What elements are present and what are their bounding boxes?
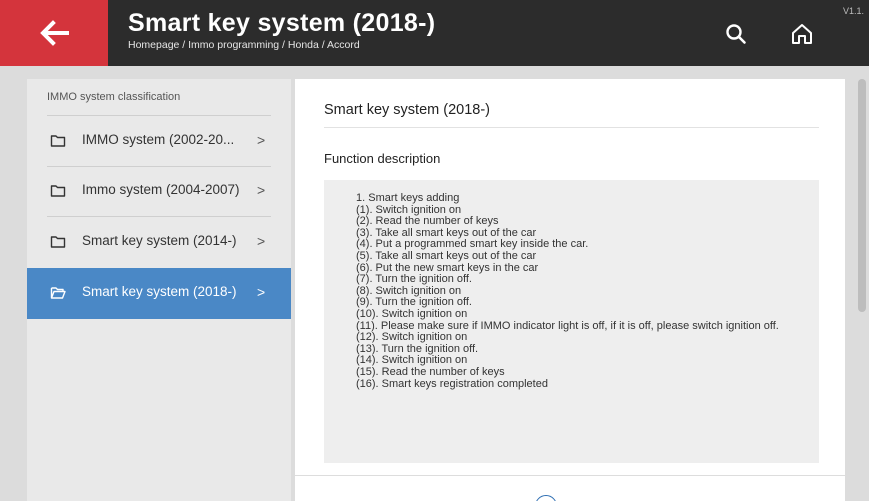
sidebar: IMMO system classification IMMO system (…	[27, 79, 291, 501]
description-line: (5). Take all smart keys out of the car	[356, 249, 537, 262]
description-line: (12). Switch ignition on	[356, 331, 468, 344]
description-line: (10). Switch ignition on	[356, 307, 468, 320]
sidebar-item-smart-key-2018[interactable]: Smart key system (2018-) >	[27, 268, 291, 319]
content-panel: Smart key system (2018-) Function descri…	[295, 79, 845, 501]
sidebar-item-smart-key-2014[interactable]: Smart key system (2014-) >	[27, 217, 291, 268]
sidebar-item-label: Smart key system (2018-)	[82, 284, 237, 299]
title-block: Smart key system (2018-) Homepage / Immo…	[128, 9, 435, 52]
description-line: (15). Read the number of keys	[356, 365, 505, 378]
chevron-right-icon: >	[257, 284, 266, 300]
function-description-heading: Function description	[324, 151, 441, 166]
sidebar-heading: IMMO system classification	[47, 91, 181, 103]
page-title: Smart key system (2018-)	[128, 9, 436, 37]
divider	[295, 475, 845, 476]
sidebar-item-label: IMMO system (2002-20...	[82, 132, 235, 147]
scrollbar-thumb[interactable]	[858, 79, 866, 312]
folder-open-icon	[50, 287, 66, 299]
folder-icon	[50, 185, 66, 197]
function-description-box[interactable]: 1. Smart keys adding (1). Switch ignitio…	[324, 180, 819, 463]
home-icon	[792, 24, 812, 44]
search-icon	[726, 24, 746, 44]
arrow-left-icon	[40, 20, 69, 46]
sidebar-item-immo-system-2002[interactable]: IMMO system (2002-20... >	[27, 116, 291, 167]
chevron-right-icon: >	[257, 182, 266, 198]
folder-icon	[50, 135, 66, 147]
description-line: 1. Smart keys adding	[356, 192, 460, 204]
sidebar-item-label: Immo system (2004-2007)	[82, 182, 240, 197]
folder-icon	[50, 236, 66, 248]
search-button[interactable]	[720, 18, 752, 50]
back-button[interactable]	[0, 0, 108, 66]
home-button[interactable]	[786, 18, 818, 50]
description-line: (16). Smart keys registration completed	[356, 377, 548, 390]
content-title: Smart key system (2018-)	[324, 102, 490, 118]
action-button-icon[interactable]	[535, 495, 557, 501]
top-bar: Smart key system (2018-) Homepage / Immo…	[0, 0, 869, 66]
chevron-right-icon: >	[257, 233, 266, 249]
breadcrumb: Homepage / Immo programming / Honda / Ac…	[128, 39, 360, 51]
description-line: (7). Turn the ignition off.	[356, 273, 472, 286]
divider	[324, 127, 819, 128]
sidebar-item-immo-system-2004[interactable]: Immo system (2004-2007) >	[27, 166, 291, 217]
sidebar-item-label: Smart key system (2014-)	[82, 233, 237, 248]
version-label: V1.1.	[843, 6, 865, 16]
chevron-right-icon: >	[257, 132, 266, 148]
